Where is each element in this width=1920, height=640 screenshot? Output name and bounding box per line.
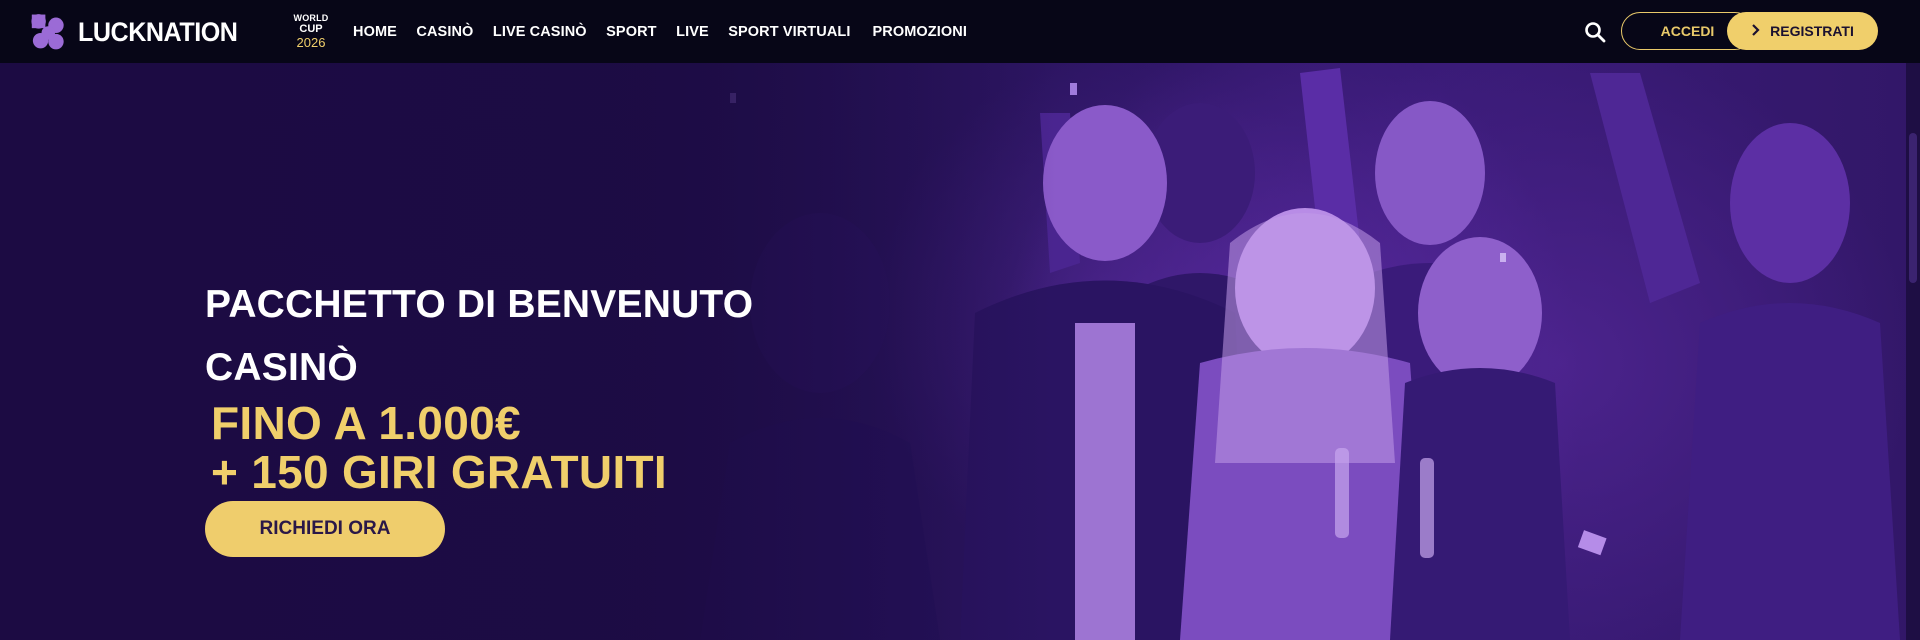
hero-offer-amount: FINO A 1.000€	[211, 397, 521, 449]
scrollbar-thumb[interactable]	[1909, 133, 1917, 283]
hero-title-line2: CASINÒ	[205, 346, 358, 389]
lucknation-logo[interactable]: LUCKNATION	[29, 11, 249, 53]
page-scrollbar[interactable]	[1906, 63, 1920, 640]
world-cup-line1: WORLD	[293, 13, 329, 23]
nav-item-home[interactable]: HOME	[353, 24, 397, 40]
nav-item-live-casino[interactable]: LIVE CASINÒ	[493, 24, 587, 40]
register-button-label: REGISTRATI	[1770, 23, 1854, 39]
hero-title-line1: PACCHETTO DI BENVENUTO	[205, 283, 754, 326]
claim-now-button[interactable]: RICHIEDI ORA	[205, 501, 445, 557]
page: LUCKNATION WORLD CUP 2026 HOME CASINÒ LI…	[0, 0, 1920, 640]
top-navigation-bar: LUCKNATION WORLD CUP 2026 HOME CASINÒ LI…	[0, 0, 1920, 63]
chevron-right-icon	[1751, 23, 1760, 39]
nav-item-promozioni[interactable]: PROMOZIONI	[873, 24, 967, 40]
nav-item-sport-virtuali[interactable]: SPORT VIRTUALI	[728, 24, 850, 40]
world-cup-line2: CUP	[299, 23, 323, 35]
logo-wordmark: LUCKNATION	[77, 17, 238, 47]
search-icon[interactable]	[1583, 20, 1607, 44]
main-nav: HOME CASINÒ LIVE CASINÒ SPORT LIVE SPORT…	[353, 0, 986, 63]
clover-logo-icon	[31, 14, 64, 50]
nav-item-sport[interactable]: SPORT	[606, 24, 656, 40]
world-cup-year: 2026	[296, 35, 326, 50]
nav-item-live[interactable]: LIVE	[676, 24, 709, 40]
register-button[interactable]: REGISTRATI	[1727, 12, 1878, 50]
hero-offer-spins: + 150 GIRI GRATUITI	[211, 446, 667, 498]
nav-item-casino[interactable]: CASINÒ	[416, 24, 473, 40]
world-cup-2026-badge: WORLD CUP 2026	[291, 13, 331, 50]
